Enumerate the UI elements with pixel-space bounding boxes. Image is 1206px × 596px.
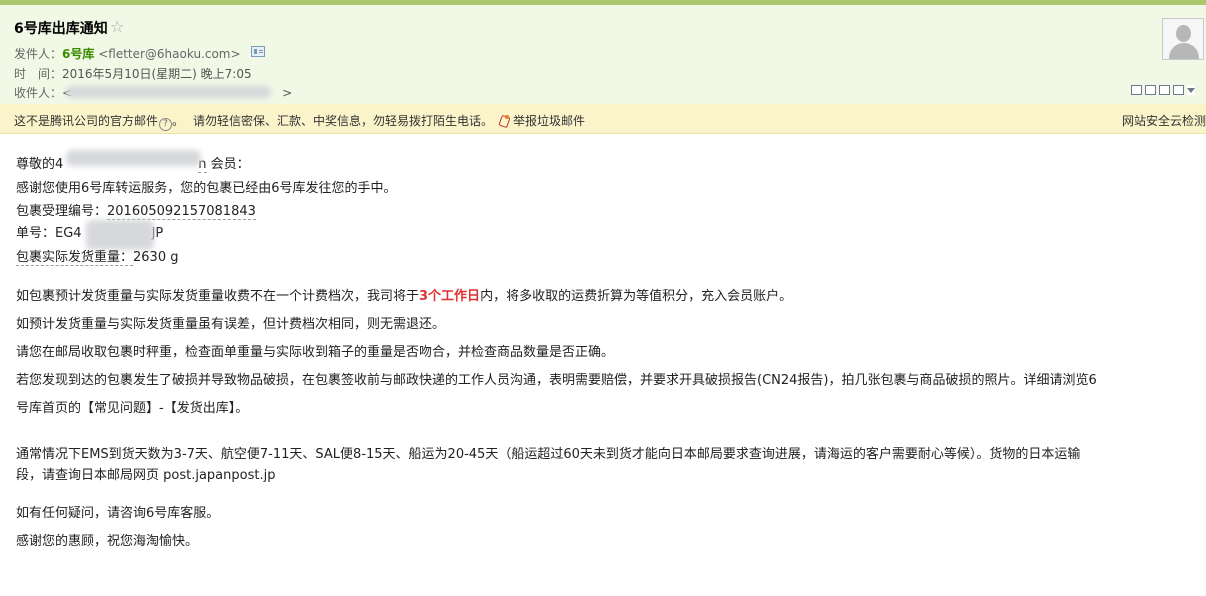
print-icon[interactable] [1173,85,1184,95]
report-spam-link[interactable]: 举报垃圾邮件 [498,112,585,129]
thanks-line: 感谢您使用6号库转运服务，您的包裹已经由6号库发往您的手中。 [16,181,397,196]
member-name-redaction [66,150,201,166]
weight-value: 2630 g [133,250,179,265]
damage-paragraph-line1: 若您发现到达的包裹发生了破损并导致物品破损，在包裹签收前与邮政快递的工作人员沟通… [16,373,1097,388]
time-row: 时 间：2016年5月10日(星期二) 晚上7:05 [14,65,252,82]
official-notice-period: 。 [172,114,185,128]
avatar-head-shape [1176,25,1191,42]
cloud-security-check[interactable]: 网站安全云检测 [1122,112,1206,129]
greeting-suffix: 会员： [206,157,250,172]
caution-text: 请勿轻信密保、汇款、中奖信息，勿轻易拨打陌生电话。 [193,114,494,128]
sender-avatar[interactable] [1162,18,1204,60]
report-spam-label: 举报垃圾邮件 [513,114,586,128]
header-toolbar [1131,85,1198,97]
tracking-line: 包裹受理编号：201605092157081843 [16,200,256,220]
tracking-value: 201605092157081843 [107,204,256,220]
order-start: EG4 [55,226,82,241]
download-icon[interactable] [1159,85,1170,95]
contact-card-icon[interactable] [251,46,265,57]
damage-paragraph-line2: 号库首页的【常见问题】-【发货出库】。 [16,401,249,416]
mail-subject: 6号库出库通知 [14,18,108,38]
official-notice: 这不是腾讯公司的官方邮件?。 [14,112,184,131]
weight-label: 包裹实际发货重量： [16,250,134,266]
order-label: 单号： [16,226,56,241]
sender-name[interactable]: 6号库 [62,47,94,61]
to-label: 收件人： [14,86,63,100]
time-label: 时 间： [14,67,63,81]
help-icon[interactable]: ? [159,118,173,131]
contact-paragraph: 如有任何疑问，请咨询6号库客服。 [16,506,220,521]
no-refund-paragraph: 如预计发货重量与实际发货重量虽有误差，但计费档次相同，则无需退还。 [16,317,446,332]
greeting-partial-start: 4 [55,157,64,172]
mail-header: 6号库出库通知 ☆ 发件人：6号库 <fletter@6haoku.com> 时… [0,5,1206,104]
window-icon[interactable] [1131,85,1142,95]
refund-text-b: 内，将多收取的运费折算为等值积分，充入会员账户。 [480,289,793,304]
delivery-paragraph-line1: 通常情况下EMS到货天数为3-7天、航空便7-11天、SAL便8-15天、船运为… [16,447,1081,462]
star-icon[interactable]: ☆ [110,17,124,36]
subject-text: 6号库出库通知 [14,21,108,37]
avatar-body-shape [1169,43,1199,59]
refund-paragraph: 如包裹预计发货重量与实际发货重量收费不在一个计费档次，我司将于3个工作日内，将多… [16,285,792,304]
greeting-prefix: 尊敬的 [16,157,56,172]
refund-deadline: 3个工作日 [419,289,481,304]
from-label: 发件人： [14,47,63,61]
official-notice-text: 这不是腾讯公司的官方邮件 [14,114,159,128]
sender-row: 发件人：6号库 <fletter@6haoku.com> [14,45,241,62]
delivery-paragraph-line2: 段，请查询日本邮局网页 post.japanpost.jp [16,468,276,483]
refund-text-a: 如包裹预计发货重量与实际发货重量收费不在一个计费档次，我司将于 [16,289,420,304]
document-icon[interactable] [1145,85,1156,95]
time-value: 2016年5月10日(星期二) 晚上7:05 [62,67,252,81]
security-warning-bar: 这不是腾讯公司的官方邮件?。 请勿轻信密保、汇款、中奖信息，勿轻易拨打陌生电话。… [0,104,1206,134]
weigh-check-paragraph: 请您在邮局收取包裹时秤重，检查面单重量与实际收到箱子的重量是否吻合，并检查商品数… [16,345,615,360]
tracking-label: 包裹受理编号： [16,204,108,219]
weight-line: 包裹实际发货重量：2630 g [16,246,179,266]
closing-paragraph: 感谢您的惠顾，祝您海淘愉快。 [16,534,199,549]
sender-email[interactable]: <fletter@6haoku.com> [98,47,240,61]
report-icon [498,115,510,127]
to-close: > [282,86,293,100]
recipient-redaction [66,86,271,98]
chevron-down-icon[interactable] [1187,85,1195,95]
